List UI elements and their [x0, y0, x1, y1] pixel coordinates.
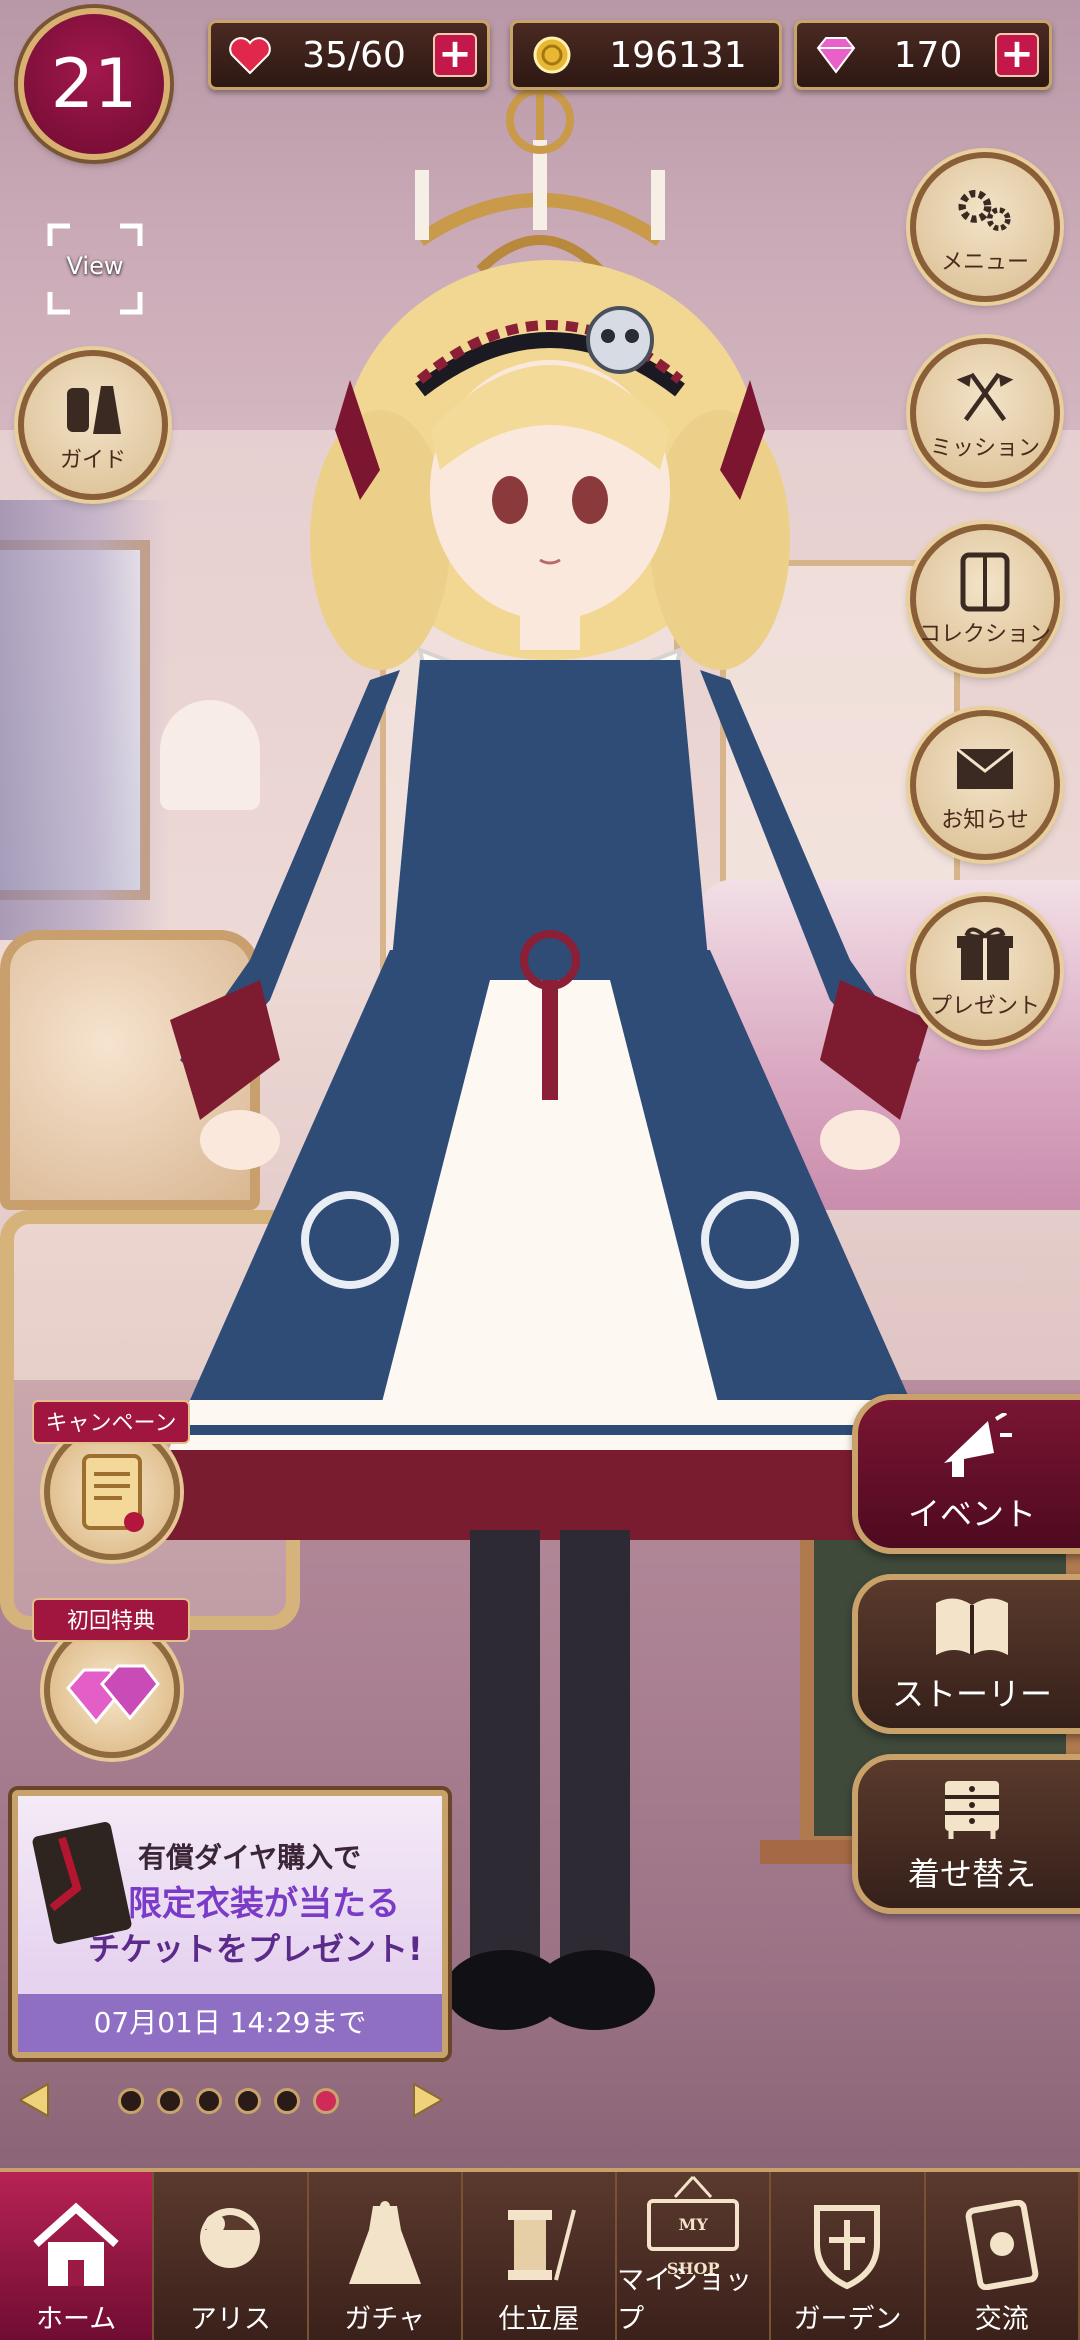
- crest-shield-icon: [797, 2197, 897, 2293]
- news-button[interactable]: お知らせ: [910, 710, 1060, 860]
- shop-sign-text: MY SHOP: [647, 2199, 740, 2278]
- guide-label: ガイド: [59, 448, 126, 473]
- nav-gacha-label: ガチャ: [344, 2304, 426, 2335]
- pager-dot[interactable]: [196, 2088, 222, 2114]
- megaphone-icon: [932, 1413, 1012, 1483]
- house-icon: [26, 2197, 126, 2293]
- nav-garden[interactable]: ガーデン: [771, 2172, 926, 2340]
- dress-icon: [335, 2197, 435, 2293]
- shop-sign-icon: MY SHOP: [643, 2172, 743, 2278]
- gem-icon: [811, 30, 861, 80]
- card-icon: [952, 2197, 1052, 2293]
- nav-alice[interactable]: アリス: [154, 2172, 309, 2340]
- nav-tailor-label: 仕立屋: [498, 2304, 580, 2335]
- news-label: お知らせ: [941, 808, 1029, 833]
- nav-exchange[interactable]: 交流: [925, 2172, 1080, 2340]
- nav-myshop[interactable]: MY SHOP マイショップ: [617, 2172, 772, 2340]
- nav-gacha[interactable]: ガチャ: [308, 2172, 463, 2340]
- banner-line1: 有償ダイヤ購入で: [138, 1841, 362, 1874]
- player-level: 21: [50, 44, 138, 124]
- view-label: View: [66, 252, 124, 280]
- event-label: イベント: [907, 1495, 1036, 1533]
- bottom-nav: ホーム アリス ガチャ 仕立屋 MY SHOP マイショップ ガーデン 交流: [0, 2168, 1080, 2340]
- crossed-flags-icon: [953, 364, 1017, 428]
- campaign-button[interactable]: キャンペーン: [32, 1400, 190, 1570]
- campaign-label: キャンペーン: [32, 1400, 190, 1444]
- gears-icon: [953, 178, 1017, 242]
- guide-button[interactable]: ガイド: [18, 350, 168, 500]
- coin-icon: [527, 30, 577, 80]
- view-mode-button[interactable]: View: [46, 222, 144, 316]
- pager-dot[interactable]: [235, 2088, 261, 2114]
- nav-alice-label: アリス: [189, 2304, 271, 2335]
- coin-counter[interactable]: 196131: [510, 20, 782, 90]
- pager-dot[interactable]: [157, 2088, 183, 2114]
- dress-guide-icon: [61, 376, 125, 440]
- nav-home-label: ホーム: [36, 2304, 117, 2335]
- present-button[interactable]: プレゼント: [910, 896, 1060, 1046]
- banner-line3: チケットをプレゼント!: [88, 1930, 423, 1968]
- dressup-tab[interactable]: 着せ替え: [852, 1754, 1080, 1914]
- book-icon: [932, 1593, 1012, 1663]
- collection-label: コレクション: [918, 622, 1051, 647]
- pager-dot[interactable]: [118, 2088, 144, 2114]
- story-tab[interactable]: ストーリー: [852, 1574, 1080, 1734]
- gem-plus-button[interactable]: +: [995, 33, 1039, 77]
- alice-silhouette-icon: [180, 2197, 280, 2293]
- thread-spool-icon: [489, 2197, 589, 2293]
- story-label: ストーリー: [891, 1675, 1052, 1713]
- promo-banner[interactable]: 有償ダイヤ購入で 限定衣装が当たる チケットをプレゼント! 07月01日 14:…: [12, 1790, 448, 2058]
- heart-icon: [225, 30, 275, 80]
- gem-value: 170: [893, 34, 963, 76]
- nav-garden-label: ガーデン: [793, 2304, 902, 2335]
- first-bonus-button[interactable]: 初回特典: [32, 1598, 190, 1768]
- mission-label: ミッション: [929, 436, 1040, 461]
- banner-pager: [0, 2070, 460, 2130]
- pager-dot[interactable]: [313, 2088, 339, 2114]
- banner-line2: 限定衣装が当たる: [128, 1884, 400, 1924]
- envelope-icon: [953, 736, 1017, 800]
- gift-icon: [953, 922, 1017, 986]
- player-level-badge[interactable]: 21: [18, 8, 170, 160]
- mission-button[interactable]: ミッション: [910, 338, 1060, 488]
- dressup-label: 着せ替え: [907, 1855, 1036, 1893]
- nav-tailor[interactable]: 仕立屋: [462, 2172, 618, 2340]
- pager-dots: [118, 2088, 339, 2114]
- next-arrow-icon[interactable]: [408, 2080, 448, 2120]
- first-bonus-label: 初回特典: [32, 1598, 190, 1642]
- stamina-value: 35/60: [302, 34, 406, 76]
- menu-button[interactable]: メニュー: [910, 152, 1060, 302]
- event-tab[interactable]: イベント: [852, 1394, 1080, 1554]
- nav-home[interactable]: ホーム: [0, 2172, 155, 2340]
- stamina-plus-button[interactable]: +: [433, 33, 477, 77]
- nav-exchange-label: 交流: [974, 2304, 1029, 2335]
- dresser-icon: [932, 1773, 1012, 1843]
- banner-deadline: 07月01日 14:29まで: [18, 1994, 442, 2052]
- wardrobe-icon: [953, 550, 1017, 614]
- nav-myshop-label: マイショップ: [617, 2265, 753, 2335]
- coin-value: 196131: [609, 34, 747, 76]
- menu-label: メニュー: [940, 250, 1029, 275]
- collection-button[interactable]: コレクション: [910, 524, 1060, 674]
- pager-dot[interactable]: [274, 2088, 300, 2114]
- prev-arrow-icon[interactable]: [14, 2080, 54, 2120]
- gem-counter[interactable]: 170 +: [794, 20, 1052, 90]
- stamina-counter[interactable]: 35/60 +: [208, 20, 490, 90]
- present-label: プレゼント: [929, 994, 1040, 1019]
